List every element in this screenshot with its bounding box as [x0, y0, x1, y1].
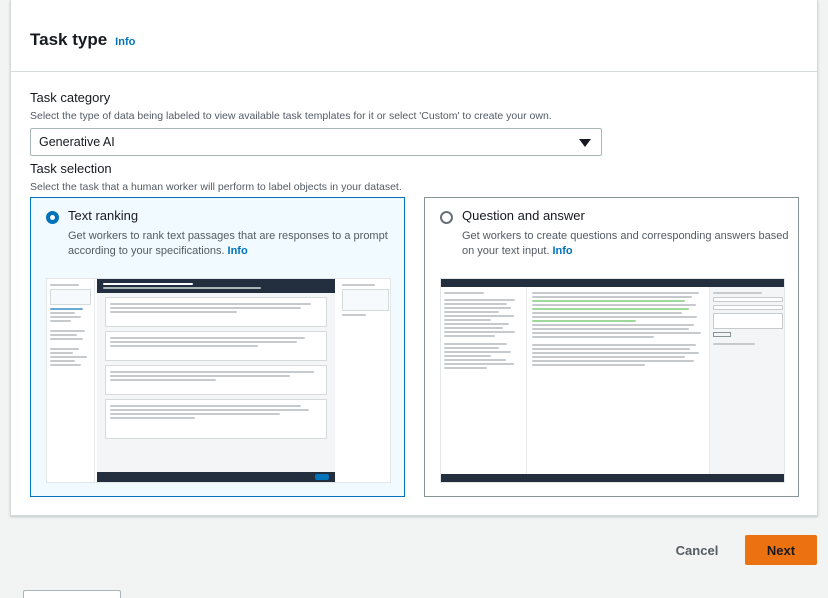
tile-title: Question and answer — [462, 208, 585, 223]
cancel-button[interactable]: Cancel — [659, 535, 735, 565]
task-selection-description: Select the task that a human worker will… — [30, 181, 402, 193]
preview-dimensions-panel — [339, 279, 390, 482]
tile-description-text: Get workers to create questions and corr… — [462, 230, 789, 257]
panel-title: Task type — [30, 30, 108, 49]
task-type-panel: Task type Info Task category Select the … — [10, 0, 818, 516]
radio-question-and-answer[interactable] — [440, 211, 453, 224]
tile-description: Get workers to rank text passages that a… — [68, 229, 398, 259]
tile-title: Text ranking — [68, 208, 139, 223]
caret-down-icon — [579, 139, 591, 147]
tile-text-ranking[interactable]: Text ranking Get workers to rank text pa… — [30, 197, 405, 497]
info-link[interactable]: Info — [552, 245, 572, 257]
task-category-label: Task category — [30, 90, 111, 105]
radio-text-ranking[interactable] — [46, 211, 59, 224]
panel-header: Task type Info — [11, 0, 817, 72]
info-link[interactable]: Info — [115, 36, 135, 48]
preview-instructions-panel — [441, 287, 527, 482]
preview-text-passage — [529, 287, 709, 482]
preview-instructions-panel — [47, 279, 95, 482]
info-link[interactable]: Info — [228, 245, 248, 257]
footer-control[interactable] — [23, 590, 121, 598]
question-answer-preview-image — [440, 278, 785, 483]
preview-question-answer-form — [709, 287, 784, 482]
preview-ranking-panel — [97, 279, 335, 482]
task-category-selected-value: Generative AI — [39, 135, 115, 149]
tile-question-and-answer[interactable]: Question and answer Get workers to creat… — [424, 197, 799, 497]
task-category-select[interactable]: Generative AI — [30, 128, 602, 156]
text-ranking-preview-image — [46, 278, 391, 483]
task-selection-label: Task selection — [30, 161, 112, 176]
next-button[interactable]: Next — [745, 535, 817, 565]
tile-description: Get workers to create questions and corr… — [462, 229, 792, 259]
task-category-description: Select the type of data being labeled to… — [30, 110, 552, 122]
